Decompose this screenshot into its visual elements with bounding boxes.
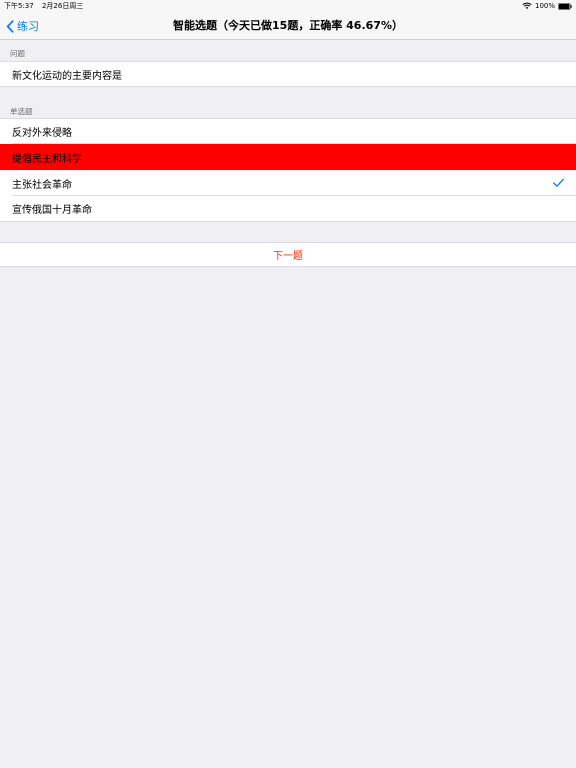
option-label: 宣传俄国十月革命 <box>12 205 92 216</box>
question-text: 新文化运动的主要内容是 <box>12 70 122 82</box>
option-label: 反对外来侵略 <box>12 128 72 139</box>
status-time: 下午5:37 <box>4 2 34 10</box>
option-item-selected-wrong[interactable]: 提倡民主和科学 <box>0 144 576 170</box>
battery-percent: 100% <box>534 2 555 10</box>
options-section-header: 单选题 <box>10 107 33 116</box>
option-label: 主张社会革命 <box>12 179 72 191</box>
option-item-correct[interactable]: 主张社会革命 <box>0 170 576 196</box>
status-date: 2月26日周三 <box>41 2 84 10</box>
page-title: 智能选题（今天已做15题，正确率 46.67%） <box>173 19 403 32</box>
status-right: 100% <box>522 0 572 12</box>
option-item[interactable]: 反对外来侵略 <box>0 118 576 144</box>
status-left: 下午5:37 2月26日周三 <box>4 0 89 12</box>
question-cell: 新文化运动的主要内容是 <box>0 61 576 87</box>
navigation-bar: 练习 智能选题（今天已做15题，正确率 46.67%） <box>0 12 576 40</box>
next-question-label: 下一题 <box>273 251 303 262</box>
question-section-header: 问题 <box>10 49 25 58</box>
option-item[interactable]: 宣传俄国十月革命 <box>0 196 576 222</box>
checkmark-icon <box>553 178 564 187</box>
battery-icon <box>558 2 572 10</box>
option-label: 提倡民主和科学 <box>12 153 82 165</box>
wifi-icon <box>522 2 532 9</box>
next-question-button[interactable]: 下一题 <box>0 242 576 267</box>
status-bar: 下午5:37 2月26日周三 100% <box>0 0 576 12</box>
